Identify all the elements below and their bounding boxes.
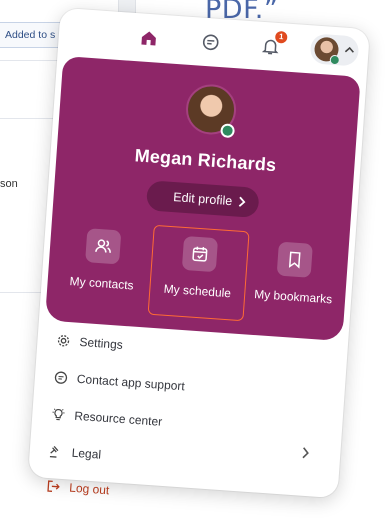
tile-label: My schedule [163,281,232,301]
chevron-right-icon [238,196,246,207]
menu-item-contact-support[interactable]: Contact app support [52,363,186,400]
bell-icon[interactable]: 1 [258,30,288,60]
menu-item-log-out[interactable]: Log out [44,472,110,504]
menu-item-label: Log out [68,480,110,498]
bookmark-icon [276,241,313,278]
lightbulb-icon [50,406,67,423]
divider [0,60,60,61]
my-schedule-tile[interactable]: My schedule [147,224,250,322]
my-bookmarks-tile[interactable]: My bookmarks [243,231,345,327]
chevron-up-icon [344,46,354,53]
online-status-dot [220,123,236,139]
chat-icon[interactable] [198,29,224,55]
account-menu-popup: 1 Megan Richards Edit profile My contact… [27,7,371,499]
edit-profile-label: Edit profile [172,190,233,209]
edit-profile-button[interactable]: Edit profile [145,180,260,219]
my-contacts-tile[interactable]: My contacts [52,218,154,314]
menu-item-legal[interactable]: Legal [47,437,102,469]
tile-label: My contacts [69,274,135,293]
notification-badge: 1 [274,30,288,44]
background-text: son [0,178,18,190]
tile-label: My bookmarks [253,286,333,307]
online-status-dot [329,54,341,66]
logout-icon [45,478,62,495]
user-name: Megan Richards [134,145,277,176]
menu-item-settings[interactable]: Settings [55,326,124,359]
gear-icon [55,332,72,349]
people-icon [85,228,122,265]
divider [0,118,60,119]
menu-item-resource-center[interactable]: Resource center [49,400,163,436]
menu-item-label: Contact app support [76,371,186,394]
calendar-check-icon [181,235,219,273]
menu-item-label: Settings [79,334,124,352]
home-icon[interactable] [136,25,162,51]
profile-panel: Megan Richards Edit profile My contacts … [44,56,361,342]
support-chat-icon [52,369,69,386]
chevron-right-icon[interactable] [300,446,311,461]
gavel-icon [47,443,64,460]
menu-item-label: Legal [71,445,102,462]
account-menu-toggle[interactable] [309,33,360,67]
menu-item-label: Resource center [73,408,163,429]
